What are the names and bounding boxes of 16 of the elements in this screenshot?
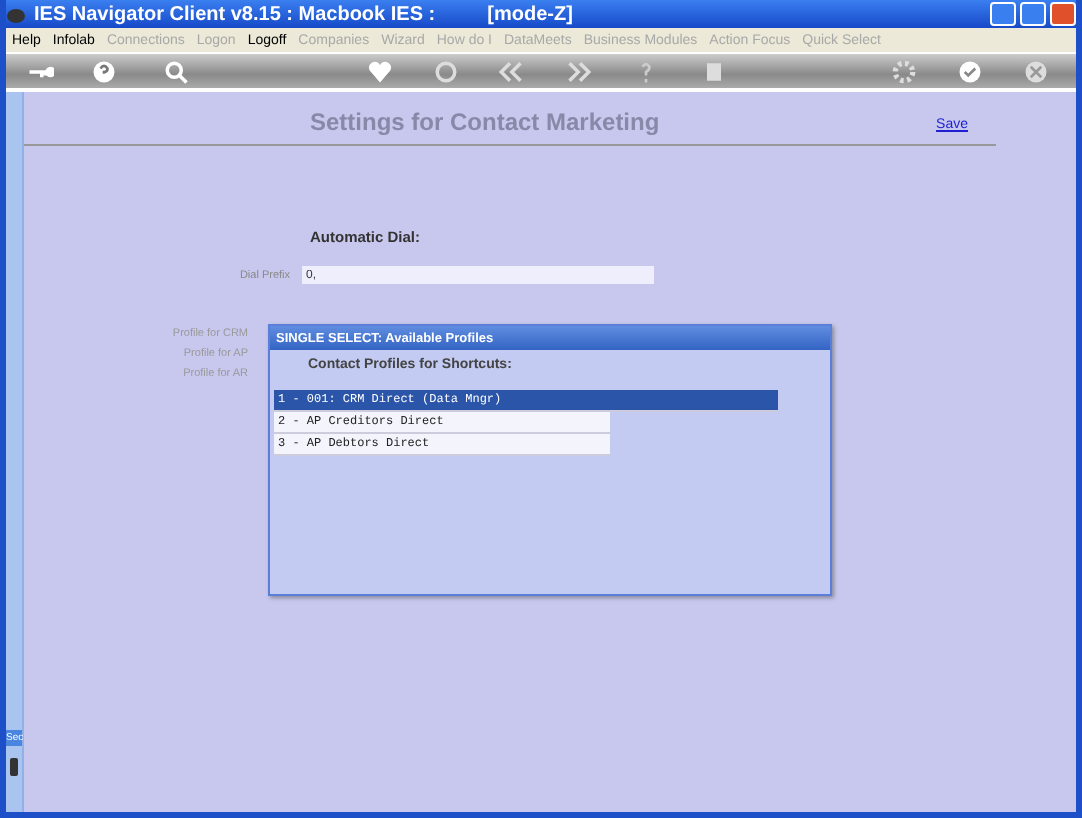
- minimize-button[interactable]: [990, 2, 1016, 26]
- close-icon[interactable]: [1022, 57, 1050, 85]
- window-title: IES Navigator Client v8.15 : Macbook IES :: [34, 3, 436, 25]
- search-icon[interactable]: [162, 57, 190, 85]
- heart-icon[interactable]: [366, 57, 394, 85]
- app-icon: [6, 5, 26, 23]
- help-icon[interactable]: [90, 57, 118, 85]
- forward-icon[interactable]: [566, 57, 594, 85]
- rewind-icon[interactable]: [496, 57, 524, 85]
- phone-icon[interactable]: [10, 758, 18, 776]
- maximize-button[interactable]: [1020, 2, 1046, 26]
- window-mode: [mode-Z]: [487, 3, 573, 25]
- close-button[interactable]: [1050, 2, 1076, 26]
- page-heading: Settings for Contact Marketing: [310, 108, 660, 136]
- circle-icon[interactable]: [432, 57, 460, 85]
- check-icon[interactable]: [956, 57, 984, 85]
